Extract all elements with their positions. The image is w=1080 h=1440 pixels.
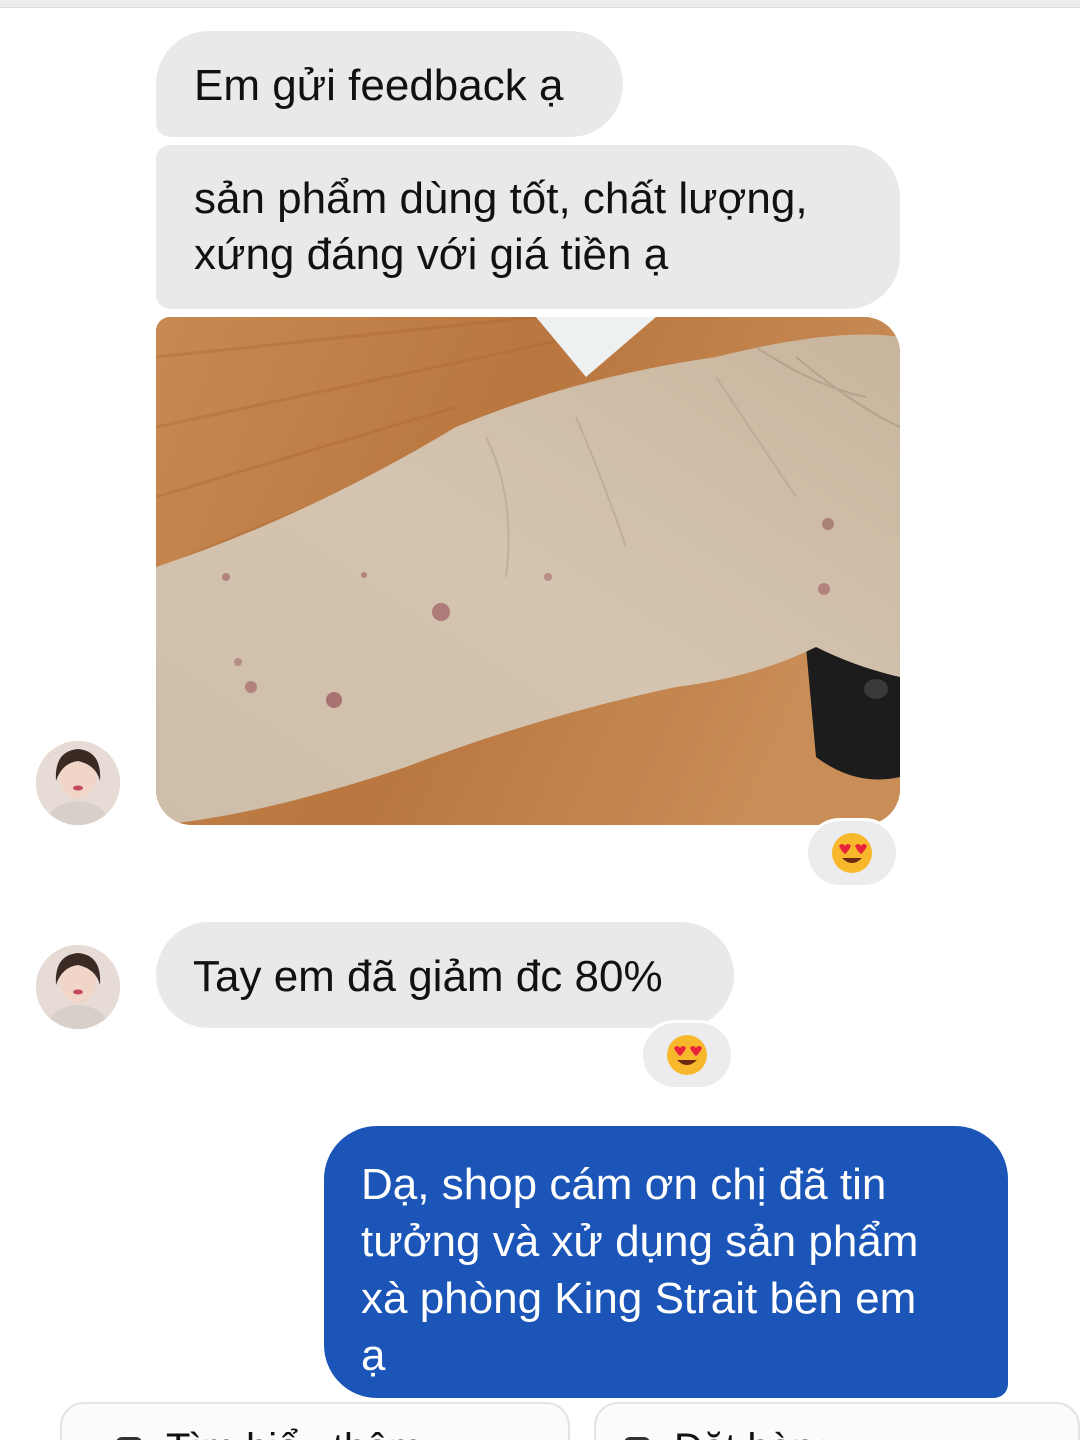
top-divider [0,0,1080,8]
message-text-line: tưởng và xử dụng sản phẩm [361,1217,919,1266]
message-text: Tay em đã giảm đc 80% [193,952,663,1001]
sender-avatar[interactable] [36,741,120,825]
hand-rash-photo [156,317,900,825]
quick-reply-chip[interactable]: Tìm hiểu thêm [60,1402,570,1440]
message-text-line: xà phòng King Strait bên em [361,1274,917,1323]
sender-avatar[interactable] [36,945,120,1029]
heart-eyes-emoji-icon [667,1035,707,1075]
message-text: Em gửi feedback ạ [194,61,564,110]
quick-reply-chip[interactable]: Đặt hàng [594,1402,1080,1440]
photo-attachment[interactable] [156,317,900,825]
quick-reply-label: Đặt hàng [674,1426,836,1440]
heart-eyes-emoji-icon [832,833,872,873]
quick-replies-bar: Tìm hiểu thêm Đặt hàng [0,1384,1080,1440]
chat-screen: Em gửi feedback ạ sản phẩm dùng tốt, chấ… [0,0,1080,1440]
incoming-message[interactable]: sản phẩm dùng tốt, chất lượng, xứng đáng… [156,145,900,309]
message-text-line: ạ [361,1331,386,1380]
message-text-line: Dạ, shop cám ơn chị đã tin [361,1160,887,1209]
message-reaction[interactable] [640,1020,734,1090]
message-reaction[interactable] [805,818,899,888]
quick-reply-label: Tìm hiểu thêm [166,1426,422,1440]
message-text-line: xứng đáng với giá tiền ạ [194,230,669,279]
incoming-message[interactable]: Tay em đã giảm đc 80% [156,922,734,1028]
avatar-photo [36,741,120,825]
avatar-photo [36,945,120,1029]
outgoing-message[interactable]: Dạ, shop cám ơn chị đã tin tưởng và xử d… [324,1126,1008,1398]
incoming-message[interactable]: Em gửi feedback ạ [156,31,623,137]
message-text-line: sản phẩm dùng tốt, chất lượng, [194,174,808,223]
